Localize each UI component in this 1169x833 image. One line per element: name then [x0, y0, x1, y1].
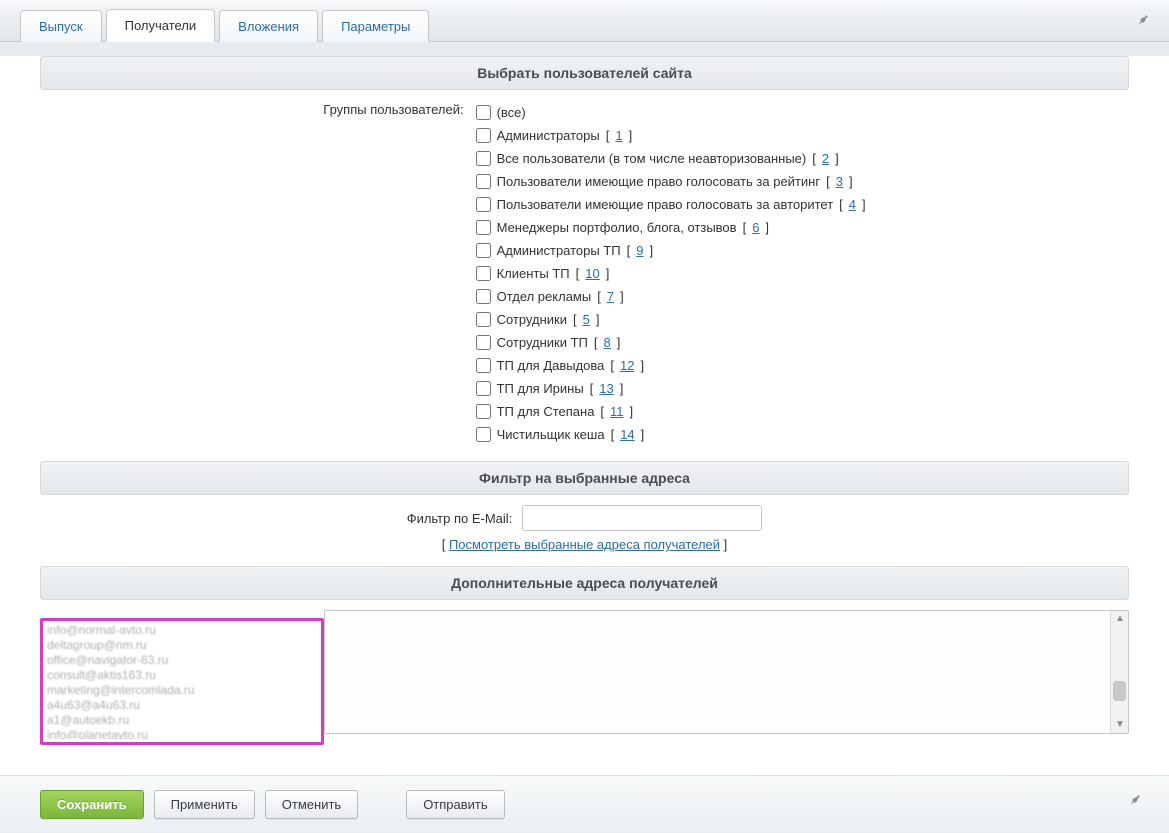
user-group-label: Менеджеры портфолио, блога, отзывов: [497, 217, 737, 238]
view-selected-addresses-link[interactable]: Посмотреть выбранные адреса получателей: [449, 537, 720, 552]
user-group-checkbox[interactable]: [476, 151, 491, 166]
user-group-checkbox[interactable]: [476, 174, 491, 189]
extra-addresses-textarea-left[interactable]: [43, 621, 321, 739]
user-group-label: (все): [497, 102, 526, 123]
section-header-filter: Фильтр на выбранные адреса: [40, 461, 1129, 495]
pin-icon[interactable]: [1127, 792, 1143, 808]
user-group-count-link[interactable]: 12: [620, 355, 634, 376]
user-group-count-link[interactable]: 3: [836, 171, 843, 192]
bracket-open: [: [442, 537, 449, 552]
scroll-thumb[interactable]: [1113, 681, 1126, 701]
bracket-close: ]: [720, 537, 727, 552]
user-group-list: (все)Администраторы [1]Все пользователи …: [476, 100, 1129, 447]
user-group-checkbox[interactable]: [476, 243, 491, 258]
tab-parameters[interactable]: Параметры: [322, 10, 429, 42]
user-group-row: Администраторы ТП [9]: [476, 240, 1129, 261]
user-group-label: Все пользователи (в том числе неавторизо…: [497, 148, 807, 169]
user-group-row: Все пользователи (в том числе неавторизо…: [476, 148, 1129, 169]
user-group-label: ТП для Давыдова: [497, 355, 605, 376]
user-group-row: Пользователи имеющие право голосовать за…: [476, 171, 1129, 192]
user-group-checkbox[interactable]: [476, 289, 491, 304]
user-group-checkbox[interactable]: [476, 266, 491, 281]
user-group-label: Пользователи имеющие право голосовать за…: [497, 194, 834, 215]
user-group-count-link[interactable]: 9: [636, 240, 643, 261]
user-group-row: Администраторы [1]: [476, 125, 1129, 146]
user-group-label: Сотрудники ТП: [497, 332, 588, 353]
user-group-count-link[interactable]: 1: [615, 125, 622, 146]
user-group-checkbox[interactable]: [476, 220, 491, 235]
user-group-checkbox[interactable]: [476, 358, 491, 373]
groups-label: Группы пользователей:: [40, 100, 476, 117]
save-button[interactable]: Сохранить: [40, 790, 144, 819]
user-group-count-link[interactable]: 14: [620, 424, 634, 445]
user-group-label: Отдел рекламы: [497, 286, 592, 307]
user-group-count-link[interactable]: 8: [604, 332, 611, 353]
panel: Выбрать пользователей сайта Группы польз…: [0, 56, 1169, 775]
user-group-label: ТП для Ирины: [497, 378, 584, 399]
user-group-label: Администраторы ТП: [497, 240, 621, 261]
tab-bar: Выпуск Получатели Вложения Параметры: [0, 0, 1169, 42]
user-group-row: Менеджеры портфолио, блога, отзывов [6]: [476, 217, 1129, 238]
user-group-count-link[interactable]: 5: [583, 309, 590, 330]
scroll-down-icon[interactable]: ▼: [1114, 719, 1126, 731]
send-button[interactable]: Отправить: [406, 790, 504, 819]
scroll-up-icon[interactable]: ▲: [1114, 613, 1126, 625]
user-group-row: Сотрудники ТП [8]: [476, 332, 1129, 353]
user-group-count-link[interactable]: 13: [599, 378, 613, 399]
user-group-checkbox[interactable]: [476, 381, 491, 396]
user-group-label: ТП для Степана: [497, 401, 595, 422]
section-header-users: Выбрать пользователей сайта: [40, 56, 1129, 90]
user-group-label: Чистильщик кеша: [497, 424, 605, 445]
user-group-row: Чистильщик кеша [14]: [476, 424, 1129, 445]
extra-addresses-field[interactable]: ▲ ▼: [324, 610, 1129, 734]
user-group-label: Администраторы: [497, 125, 600, 146]
user-group-row: ТП для Степана [11]: [476, 401, 1129, 422]
filter-email-input[interactable]: [522, 505, 762, 531]
user-group-count-link[interactable]: 6: [752, 217, 759, 238]
apply-button[interactable]: Применить: [154, 790, 255, 819]
user-group-row: Пользователи имеющие право голосовать за…: [476, 194, 1129, 215]
user-group-checkbox[interactable]: [476, 312, 491, 327]
user-group-row: (все): [476, 102, 1129, 123]
cancel-button[interactable]: Отменить: [265, 790, 358, 819]
tab-attachments[interactable]: Вложения: [219, 10, 318, 42]
user-group-checkbox[interactable]: [476, 335, 491, 350]
tab-recipients[interactable]: Получатели: [106, 9, 216, 42]
user-group-checkbox[interactable]: [476, 404, 491, 419]
user-group-count-link[interactable]: 10: [585, 263, 599, 284]
user-group-count-link[interactable]: 11: [610, 401, 624, 422]
footer-toolbar: Сохранить Применить Отменить Отправить: [0, 775, 1169, 833]
scrollbar[interactable]: ▲ ▼: [1110, 611, 1128, 733]
user-group-checkbox[interactable]: [476, 105, 491, 120]
filter-email-label: Фильтр по E-Mail:: [407, 511, 513, 526]
pin-icon[interactable]: [1135, 12, 1151, 28]
user-group-count-link[interactable]: 7: [607, 286, 614, 307]
user-group-row: Сотрудники [5]: [476, 309, 1129, 330]
user-group-checkbox[interactable]: [476, 128, 491, 143]
extra-addresses-highlight: [40, 618, 324, 745]
user-group-row: ТП для Давыдова [12]: [476, 355, 1129, 376]
user-group-count-link[interactable]: 2: [822, 148, 829, 169]
user-group-row: Отдел рекламы [7]: [476, 286, 1129, 307]
user-group-label: Пользователи имеющие право голосовать за…: [497, 171, 820, 192]
section-header-extra: Дополнительные адреса получателей: [40, 566, 1129, 600]
tab-issue[interactable]: Выпуск: [20, 10, 102, 42]
user-group-checkbox[interactable]: [476, 197, 491, 212]
user-group-row: ТП для Ирины [13]: [476, 378, 1129, 399]
user-group-row: Клиенты ТП [10]: [476, 263, 1129, 284]
user-group-count-link[interactable]: 4: [849, 194, 856, 215]
user-group-label: Сотрудники: [497, 309, 567, 330]
user-group-label: Клиенты ТП: [497, 263, 570, 284]
user-group-checkbox[interactable]: [476, 427, 491, 442]
